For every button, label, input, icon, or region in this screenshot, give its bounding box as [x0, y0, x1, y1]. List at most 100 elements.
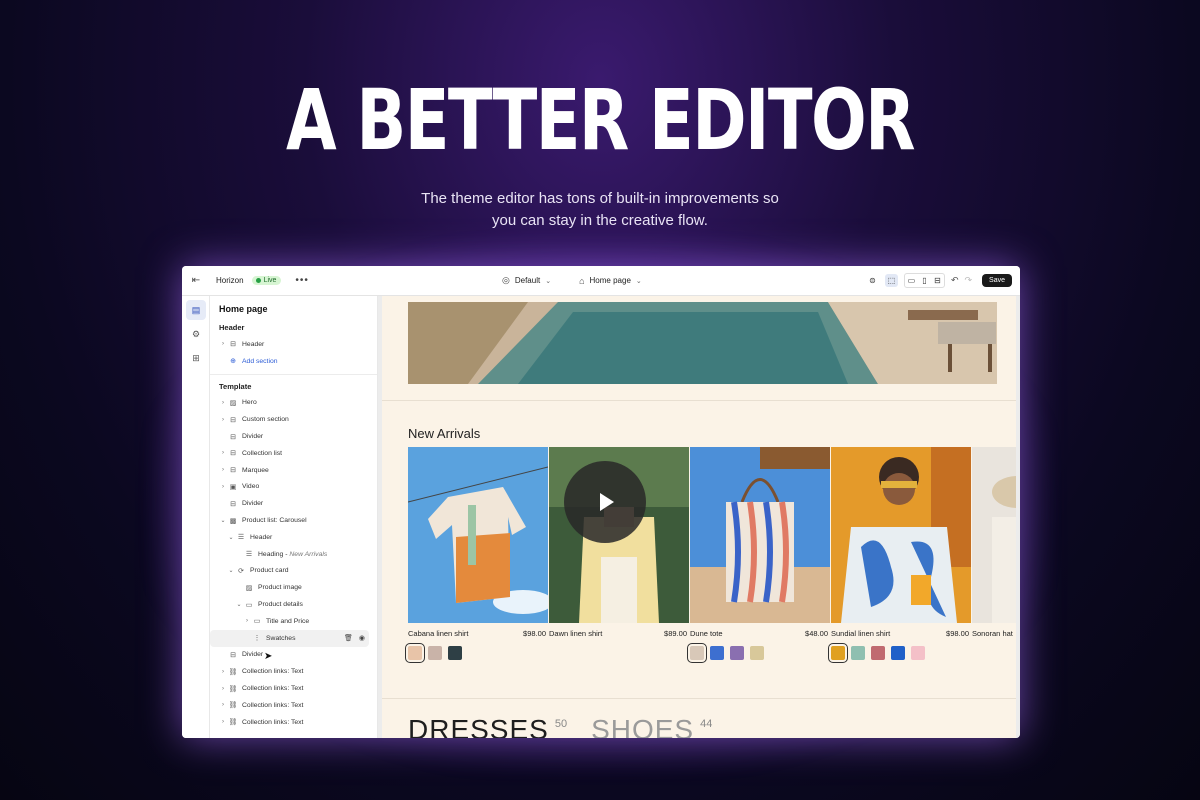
sidebar-item-product-list[interactable]: ⌄ ▩ Product list: Carousel — [210, 512, 377, 529]
chevron-right-icon: › — [222, 719, 224, 726]
product-name: Dune tote — [690, 629, 723, 638]
template-select-label: Default — [514, 276, 541, 285]
swatch-row — [405, 643, 548, 663]
inspect-icon[interactable]: ⊜ — [866, 274, 879, 287]
swatch-row — [828, 643, 971, 663]
collection-link[interactable]: DRESSES — [408, 714, 549, 738]
product-card[interactable]: Sonoran hat — [972, 447, 1016, 660]
product-image — [408, 447, 548, 623]
collection-count: 44 — [700, 718, 713, 730]
product-image — [831, 447, 971, 623]
template-group-label: Template — [219, 381, 252, 391]
color-swatch[interactable] — [448, 646, 462, 660]
live-badge-label: Live — [263, 277, 277, 284]
link-icon: ⛓ — [228, 702, 238, 710]
collection-count: 50 — [554, 718, 568, 730]
fullscreen-icon[interactable]: ⊟ — [931, 274, 944, 287]
product-name: Dawn linen shirt — [549, 629, 603, 638]
desktop-icon[interactable]: ▭ — [905, 274, 918, 287]
chevron-down-icon: ⌄ — [228, 534, 234, 541]
undo-icon[interactable]: ↶ — [951, 275, 959, 286]
color-swatch[interactable] — [891, 646, 905, 660]
sidebar-item-custom-section[interactable]: › ⊟ Custom section — [210, 411, 377, 428]
sidebar-item-collection-links[interactable]: › ⛓ Collection links: Text — [210, 714, 377, 731]
topbar-center: ◎ Default ⌄ ⌂ Home page ⌄ — [502, 275, 642, 286]
chevron-down-icon: ⌄ — [635, 277, 642, 285]
sidebar-item-product-details[interactable]: ⌄ ▭ Product details — [210, 596, 377, 613]
sidebar-item-divider[interactable]: ⊟ Divider — [210, 647, 377, 664]
chevron-right-icon: › — [222, 450, 224, 457]
product-info: Dawn linen shirt $89.00 — [549, 629, 689, 638]
color-swatch[interactable] — [687, 643, 707, 663]
color-swatch[interactable] — [730, 646, 744, 660]
product-video — [549, 447, 689, 623]
product-card[interactable]: Cabana linen shirt $98.00 — [405, 447, 548, 663]
more-icon[interactable]: ••• — [295, 275, 309, 286]
sidebar-item-label: Swatches — [266, 634, 296, 642]
gear-icon[interactable]: ⚙ — [186, 324, 206, 344]
product-card[interactable]: Sundial linen shirt $98.00 — [828, 447, 971, 663]
sidebar-item-marquee[interactable]: › ⊟ Marquee — [210, 462, 377, 479]
color-swatch[interactable] — [828, 643, 848, 663]
sidebar-item-collection-links[interactable]: › ⛓ Collection links: Text — [210, 663, 377, 680]
layout-icon: ⊟ — [230, 500, 236, 508]
apps-icon[interactable]: ⊞ — [186, 348, 206, 368]
sidebar-item-video[interactable]: › ▣ Video — [210, 479, 377, 496]
color-swatch[interactable] — [871, 646, 885, 660]
sidebar-item-collection-links[interactable]: › ⛓ Collection links: Text — [210, 680, 377, 697]
layout-icon: ⊟ — [230, 651, 236, 659]
link-icon: ⛓ — [228, 719, 238, 727]
trash-icon[interactable]: 🗑 — [344, 634, 353, 642]
image-icon: ▨ — [229, 399, 237, 407]
sidebar-item-product-image[interactable]: ▨ Product image — [210, 579, 377, 596]
color-swatch[interactable] — [750, 646, 764, 660]
product-price: $98.00 — [523, 629, 546, 638]
palette-icon: ◎ — [502, 275, 510, 285]
drag-handle-icon[interactable]: ⋮ — [251, 634, 263, 642]
color-swatch[interactable] — [911, 646, 925, 660]
product-name: Sundial linen shirt — [831, 629, 891, 638]
divider — [210, 373, 377, 375]
eye-icon[interactable]: ◉ — [359, 634, 365, 642]
color-swatch[interactable] — [851, 646, 865, 660]
product-card[interactable]: Dune tote $48.00 — [687, 447, 830, 663]
color-swatch[interactable] — [710, 646, 724, 660]
template-select[interactable]: ◎ Default ⌄ — [502, 275, 551, 286]
sidebar-item-product-card[interactable]: ⌄ ⟳ Product card — [210, 563, 377, 580]
header-group-label: Header — [219, 323, 245, 332]
sidebar-item-label: Divider — [242, 433, 264, 441]
exit-icon[interactable]: ⇤ — [182, 275, 210, 286]
sidebar-item-nested-header[interactable]: ⌄ ☰ Header — [210, 529, 377, 546]
add-section-button[interactable]: ⊕ Add section — [210, 353, 377, 370]
sidebar-item-hero[interactable]: › ▨ Hero — [210, 395, 377, 412]
collection-link[interactable]: SHOES — [591, 714, 694, 738]
sidebar-item-divider[interactable]: ⊟ Divider — [210, 428, 377, 445]
sidebar-item-header[interactable]: › ⊟ Header — [210, 336, 377, 353]
sidebar-item-heading[interactable]: ☰ Heading - New Arrivals — [210, 546, 377, 563]
redo-icon[interactable]: ↷ — [964, 275, 972, 286]
sidebar-item-collection-links[interactable]: › ⛓ Collection links: Text — [210, 697, 377, 714]
chevron-right-icon: › — [222, 702, 224, 709]
color-swatch[interactable] — [405, 643, 425, 663]
mobile-icon[interactable]: ▯ — [918, 274, 931, 287]
folder-icon: ▭ — [245, 601, 253, 609]
sidebar-item-title-price[interactable]: › ▭ Title and Price — [210, 613, 377, 630]
sections-sidebar: Home page Header › ⊟ Header ⊕ Add sectio… — [210, 296, 378, 738]
page-select[interactable]: ⌂ Home page ⌄ — [579, 276, 642, 286]
product-card[interactable]: Dawn linen shirt $89.00 — [549, 447, 689, 660]
color-swatch[interactable] — [428, 646, 442, 660]
sidebar-item-collection-list[interactable]: › ⊟ Collection list — [210, 445, 377, 462]
home-icon: ⌂ — [579, 275, 585, 286]
heading-label: Heading — [258, 550, 284, 558]
mouse-cursor-icon: ➤ — [264, 651, 273, 662]
play-button[interactable] — [564, 461, 646, 543]
layout-icon: ⊟ — [230, 467, 236, 475]
store-preview: New Arrivals Cabana linen shirt $98.00 D… — [382, 296, 1016, 738]
add-section-label: Add section — [242, 357, 278, 365]
select-tool-icon[interactable]: ⬚ — [884, 274, 898, 287]
sidebar-item-divider[interactable]: ⊟ Divider — [210, 495, 377, 512]
sections-icon[interactable]: ▤ — [186, 300, 206, 320]
product-info: Sonoran hat — [972, 629, 1016, 638]
save-button[interactable]: Save — [982, 274, 1012, 287]
sidebar-item-swatches[interactable]: ⋮ Swatches 🗑 ◉ — [210, 629, 369, 647]
